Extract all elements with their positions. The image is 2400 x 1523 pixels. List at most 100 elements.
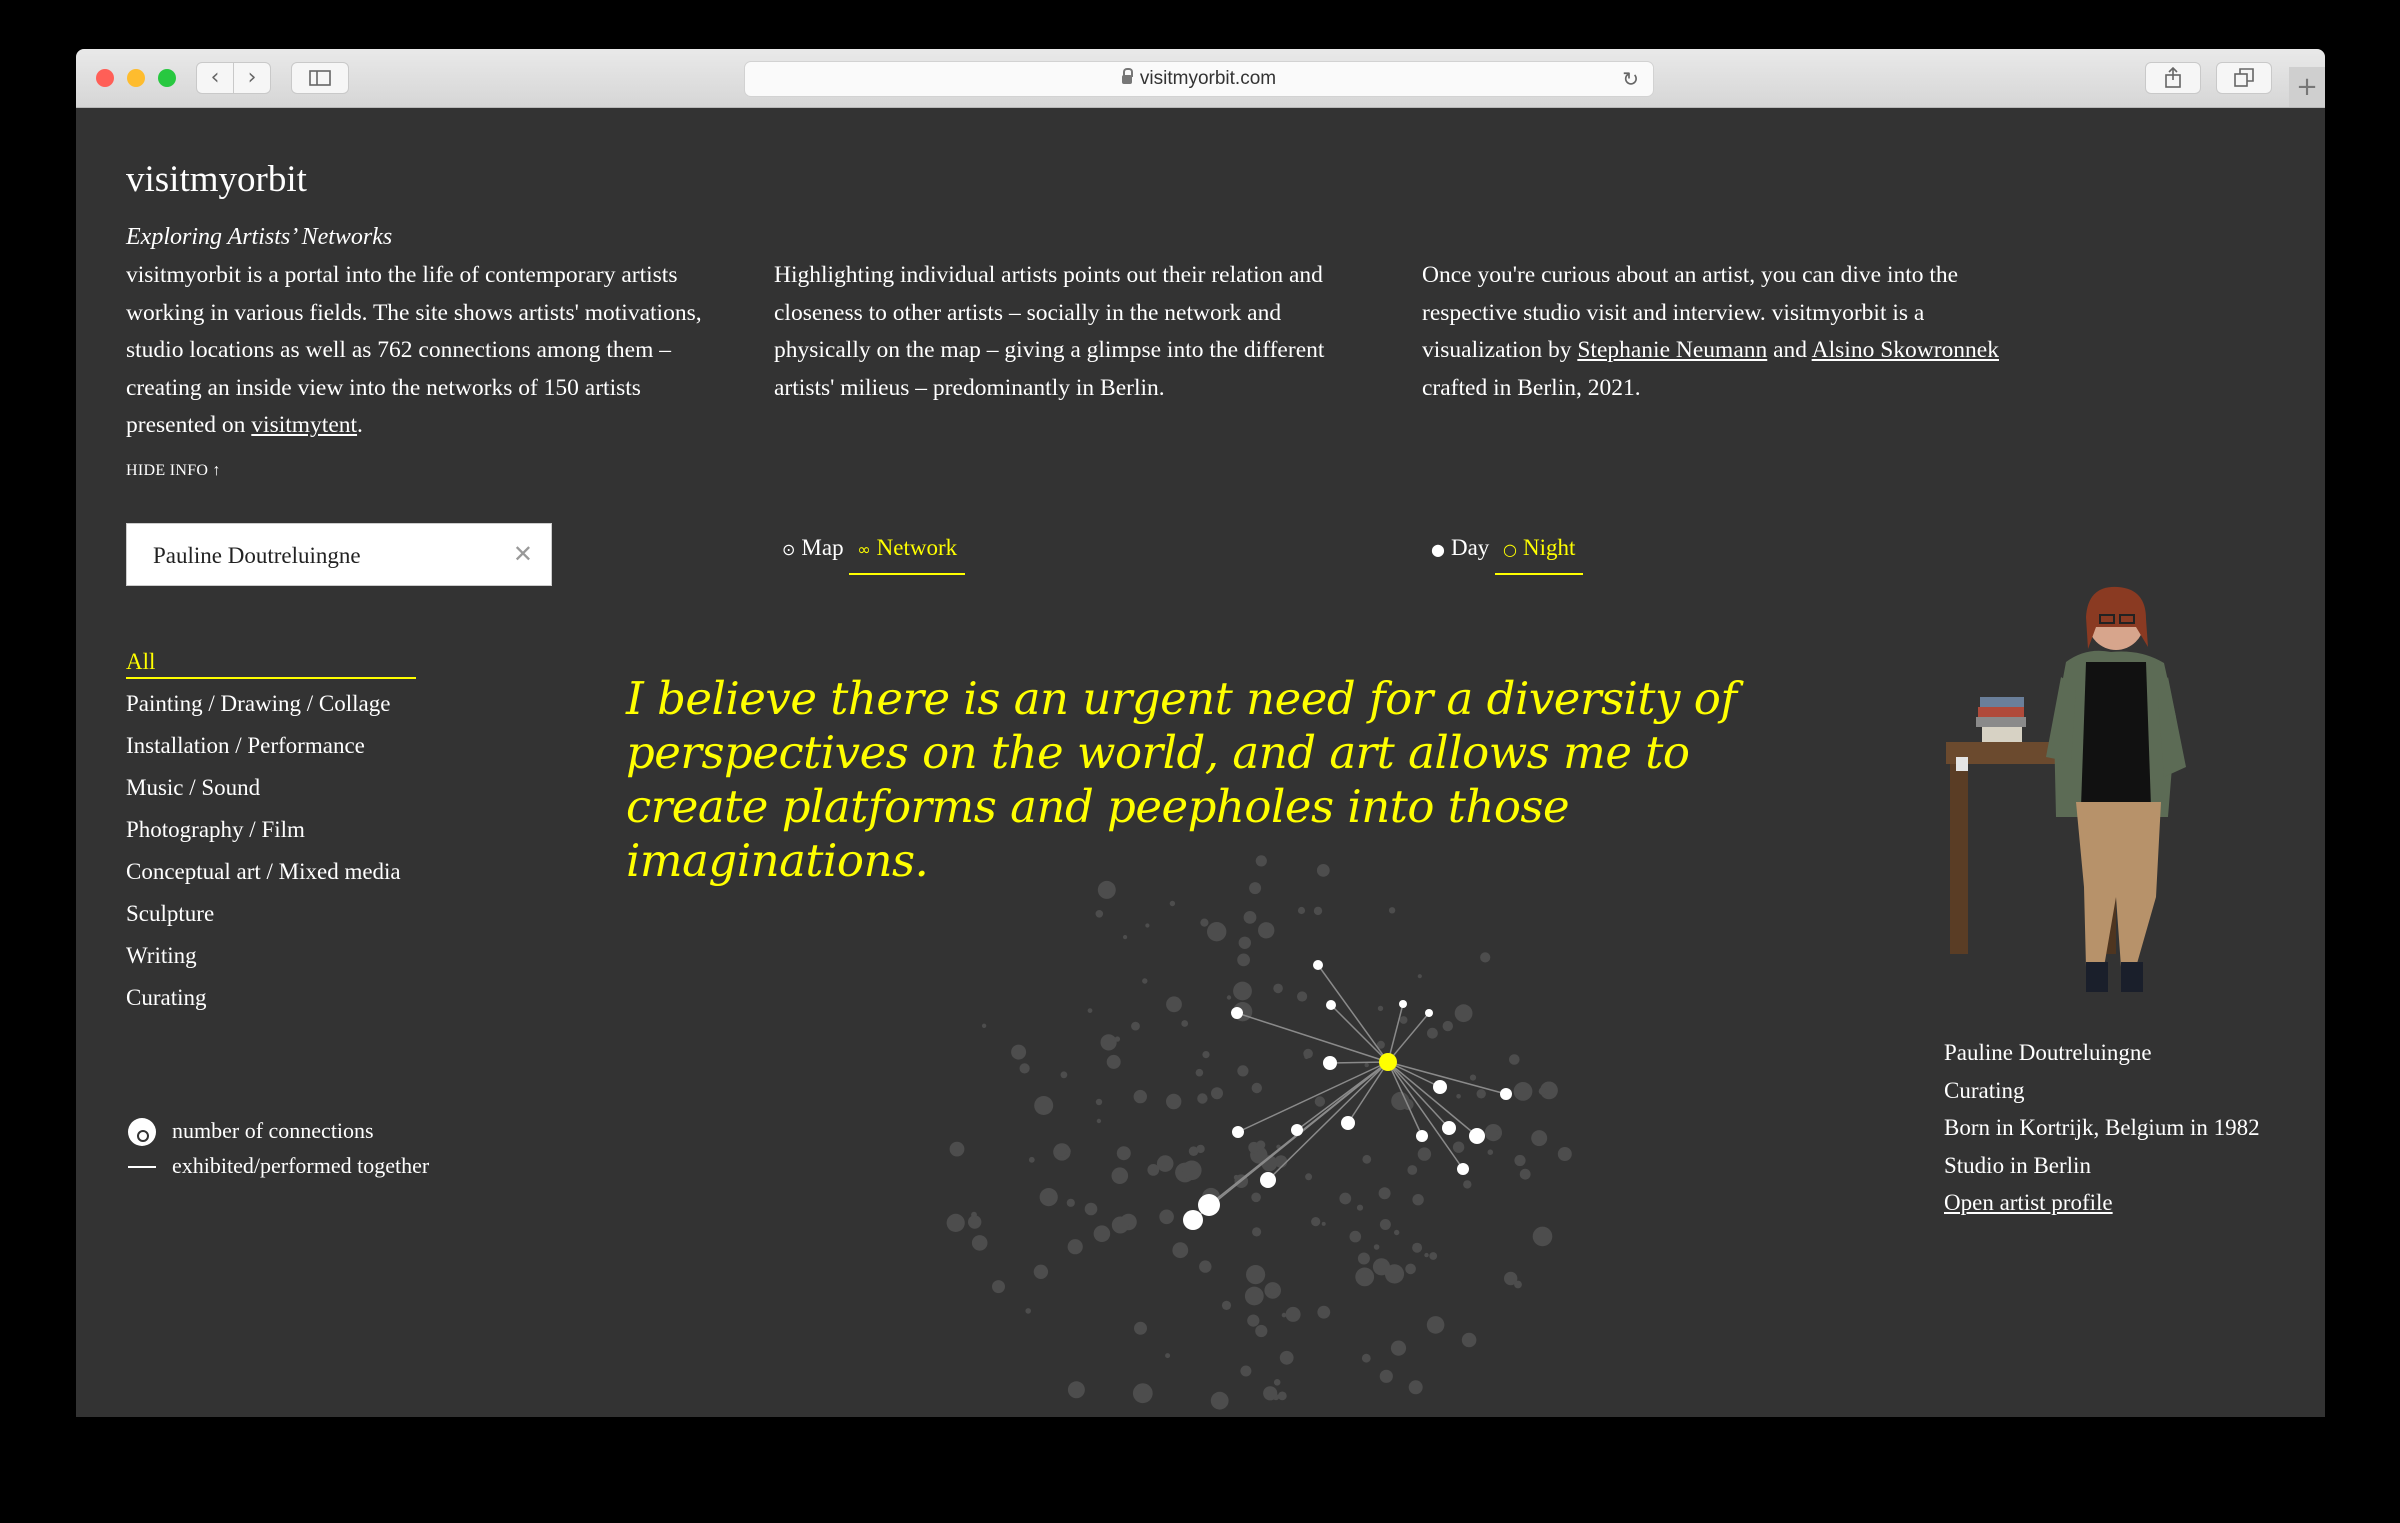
artist-portrait[interactable] xyxy=(1936,567,2296,1007)
network-node[interactable] xyxy=(1314,1096,1326,1107)
network-node[interactable] xyxy=(1454,1004,1473,1023)
open-artist-profile-link[interactable]: Open artist profile xyxy=(1944,1190,2113,1215)
connected-node[interactable] xyxy=(1291,1124,1303,1136)
network-node[interactable] xyxy=(1388,907,1396,914)
network-node[interactable] xyxy=(1408,1380,1423,1395)
connected-node[interactable] xyxy=(1231,1007,1243,1019)
network-node[interactable] xyxy=(1311,1217,1321,1227)
network-node[interactable] xyxy=(1269,1286,1280,1297)
network-node[interactable] xyxy=(1373,1244,1380,1250)
minimize-window-button[interactable] xyxy=(127,69,145,87)
network-node[interactable] xyxy=(1111,1167,1129,1184)
network-node[interactable] xyxy=(1084,1202,1098,1216)
network-node[interactable] xyxy=(1054,1144,1068,1157)
network-node[interactable] xyxy=(1159,1209,1174,1225)
network-node[interactable] xyxy=(1426,1316,1445,1334)
network-node[interactable] xyxy=(1172,1242,1189,1259)
network-node[interactable] xyxy=(1379,1219,1391,1230)
network-node[interactable] xyxy=(1200,918,1209,927)
network-node[interactable] xyxy=(1378,1187,1391,1200)
network-node[interactable] xyxy=(1364,1062,1369,1068)
network-node[interactable] xyxy=(1305,1173,1313,1181)
network-node[interactable] xyxy=(949,1141,965,1157)
network-node[interactable] xyxy=(1210,1391,1229,1410)
selected-artist-node[interactable] xyxy=(1379,1053,1397,1071)
network-node[interactable] xyxy=(1237,1065,1249,1077)
network-node[interactable] xyxy=(1399,1016,1408,1024)
network-node[interactable] xyxy=(1195,1068,1204,1077)
network-node[interactable] xyxy=(1095,1098,1103,1106)
connected-node[interactable] xyxy=(1442,1121,1456,1135)
network-node[interactable] xyxy=(1390,1340,1407,1356)
network-node[interactable] xyxy=(1131,1021,1140,1031)
network-node[interactable] xyxy=(1067,1381,1085,1399)
network-node[interactable] xyxy=(1339,1192,1352,1205)
network-node[interactable] xyxy=(1087,1008,1093,1013)
network-node[interactable] xyxy=(1377,1005,1384,1012)
network-node[interactable] xyxy=(1281,1312,1287,1318)
network-node[interactable] xyxy=(1111,1216,1129,1234)
network-node[interactable] xyxy=(1034,1096,1054,1115)
network-node[interactable] xyxy=(1361,1353,1371,1363)
connected-node[interactable] xyxy=(1500,1088,1512,1100)
connected-node[interactable] xyxy=(1198,1194,1220,1216)
network-node[interactable] xyxy=(1476,1089,1486,1099)
sidebar-toggle-button[interactable] xyxy=(291,62,349,94)
network-node[interactable] xyxy=(1509,1054,1520,1065)
network-node[interactable] xyxy=(1394,1229,1400,1236)
network-node[interactable] xyxy=(1166,996,1182,1013)
network-node[interactable] xyxy=(1531,1130,1548,1147)
network-node[interactable] xyxy=(1202,1051,1210,1059)
network-node[interactable] xyxy=(1134,1321,1147,1335)
connected-node[interactable] xyxy=(1433,1080,1447,1094)
network-node[interactable] xyxy=(1514,1154,1526,1167)
network-node[interactable] xyxy=(1429,1252,1438,1260)
network-node[interactable] xyxy=(1019,1063,1030,1074)
network-node[interactable] xyxy=(1297,906,1306,915)
network-node[interactable] xyxy=(1317,1305,1331,1319)
connected-node[interactable] xyxy=(1425,1009,1433,1017)
network-node[interactable] xyxy=(1513,1082,1533,1101)
network-node[interactable] xyxy=(1379,1369,1393,1383)
network-node[interactable] xyxy=(1169,900,1176,907)
network-node[interactable] xyxy=(1093,1225,1111,1242)
network-node[interactable] xyxy=(1251,1192,1261,1203)
network-node[interactable] xyxy=(1199,1260,1212,1273)
network-node[interactable] xyxy=(1557,1147,1572,1161)
network-node[interactable] xyxy=(1487,1149,1494,1155)
connected-node[interactable] xyxy=(1183,1210,1203,1230)
network-node[interactable] xyxy=(1181,1020,1189,1027)
network-node[interactable] xyxy=(1197,1093,1208,1104)
network-node[interactable] xyxy=(1405,1263,1416,1275)
connected-node[interactable] xyxy=(1232,1126,1244,1138)
reload-icon[interactable]: ↻ xyxy=(1622,62,1639,96)
network-node[interactable] xyxy=(1463,1180,1472,1189)
network-node[interactable] xyxy=(1273,983,1283,994)
network-node[interactable] xyxy=(1424,1252,1429,1258)
network-node[interactable] xyxy=(1349,1230,1362,1243)
network-node[interactable] xyxy=(1240,1365,1252,1377)
network-node[interactable] xyxy=(1297,991,1308,1002)
network-node[interactable] xyxy=(971,1235,988,1251)
network-node[interactable] xyxy=(1114,1036,1121,1042)
address-bar[interactable]: visitmyorbit.com ↻ xyxy=(744,61,1654,97)
network-node[interactable] xyxy=(992,1280,1005,1294)
network-node[interactable] xyxy=(1039,1188,1058,1207)
connected-node[interactable] xyxy=(1457,1163,1469,1175)
network-node[interactable] xyxy=(1469,1074,1477,1081)
network-node[interactable] xyxy=(1233,981,1252,1001)
network-node[interactable] xyxy=(981,1023,987,1028)
network-node[interactable] xyxy=(1106,1054,1121,1069)
network-node[interactable] xyxy=(1233,1174,1239,1180)
share-button[interactable] xyxy=(2145,62,2201,94)
network-node[interactable] xyxy=(1427,1027,1438,1039)
network-node[interactable] xyxy=(1313,906,1323,916)
network-node[interactable] xyxy=(1407,1165,1418,1175)
network-node[interactable] xyxy=(1116,1146,1131,1161)
new-tab-button[interactable]: + xyxy=(2289,67,2325,107)
network-node[interactable] xyxy=(1237,953,1250,967)
network-node[interactable] xyxy=(1356,1204,1364,1211)
network-node[interactable] xyxy=(1133,1089,1148,1104)
network-node[interactable] xyxy=(1226,995,1232,1000)
network-node[interactable] xyxy=(1028,1156,1035,1163)
